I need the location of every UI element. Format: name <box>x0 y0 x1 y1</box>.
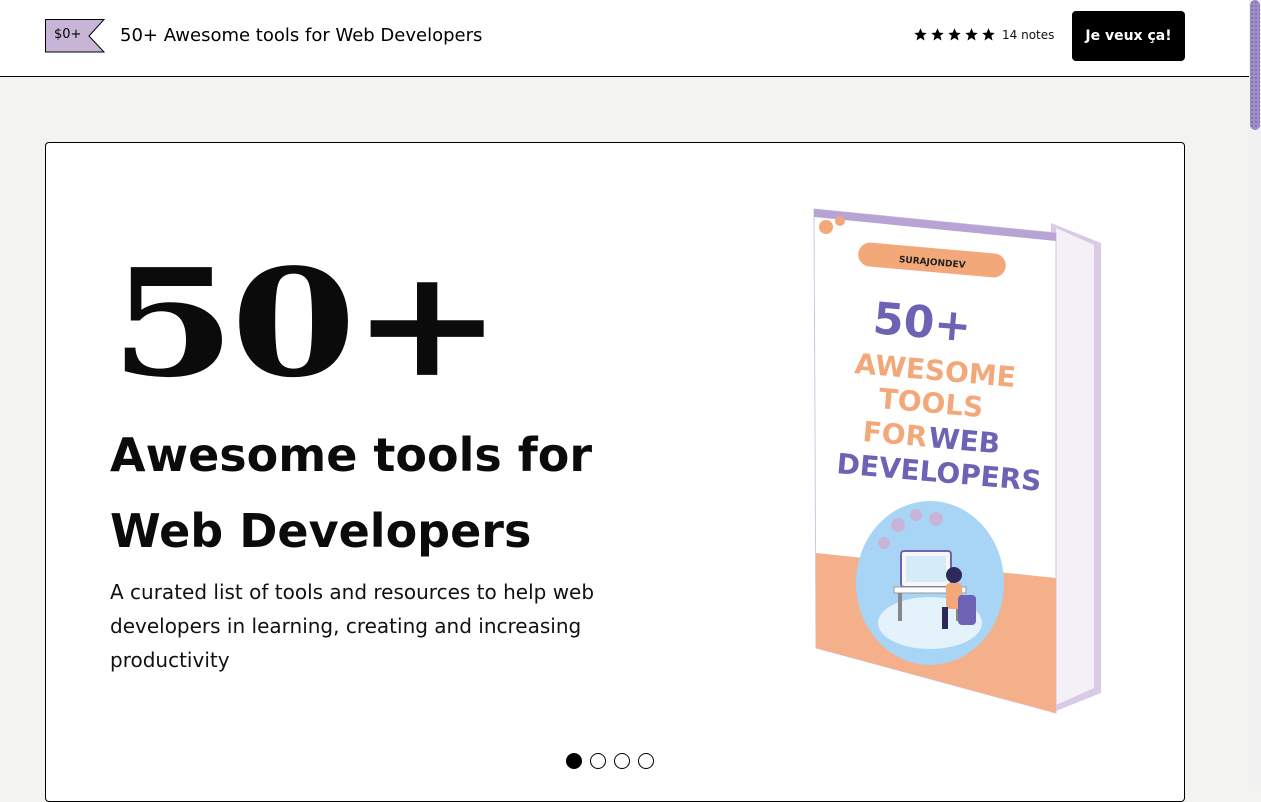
star-icon <box>965 28 978 41</box>
hero-heading: Awesome tools for Web Developers <box>110 428 593 558</box>
carousel-dot-1[interactable] <box>566 753 582 769</box>
carousel-dot-3[interactable] <box>614 753 630 769</box>
rating: 14 notes <box>913 27 1054 42</box>
hero-description: A curated list of tools and resources to… <box>110 580 595 672</box>
cover-title-line4b: WEB <box>927 421 1001 460</box>
page-scrollbar[interactable] <box>1249 0 1261 785</box>
star-icon <box>914 28 927 41</box>
product-hero-card: 50+ Awesome tools for Web Developers A c… <box>45 142 1185 802</box>
top-bar: $0+ 50+ Awesome tools for Web Developers… <box>0 0 1249 77</box>
scrollbar-thumb[interactable] <box>1250 0 1260 130</box>
star-icon <box>948 28 961 41</box>
hero-big-number: 50+ <box>110 236 503 410</box>
carousel-dots <box>566 753 654 769</box>
carousel-dot-2[interactable] <box>590 753 606 769</box>
product-title: 50+ Awesome tools for Web Developers <box>120 25 483 46</box>
carousel-dot-4[interactable] <box>638 753 654 769</box>
star-icon <box>931 28 944 41</box>
rating-count[interactable]: 14 notes <box>1002 28 1054 42</box>
book-cover-image[interactable]: SURAJONDEV 50+ AWESOME TOOLS FOR WEB DEV… <box>806 203 1106 723</box>
star-icon <box>982 28 995 41</box>
rating-stars <box>913 27 996 42</box>
buy-button[interactable]: Je veux ça! <box>1072 11 1185 61</box>
price-tag: $0+ <box>45 19 105 53</box>
cover-title-line4a: FOR <box>861 415 928 453</box>
price-label: $0+ <box>54 27 82 42</box>
cover-title-number: 50+ <box>871 293 973 352</box>
